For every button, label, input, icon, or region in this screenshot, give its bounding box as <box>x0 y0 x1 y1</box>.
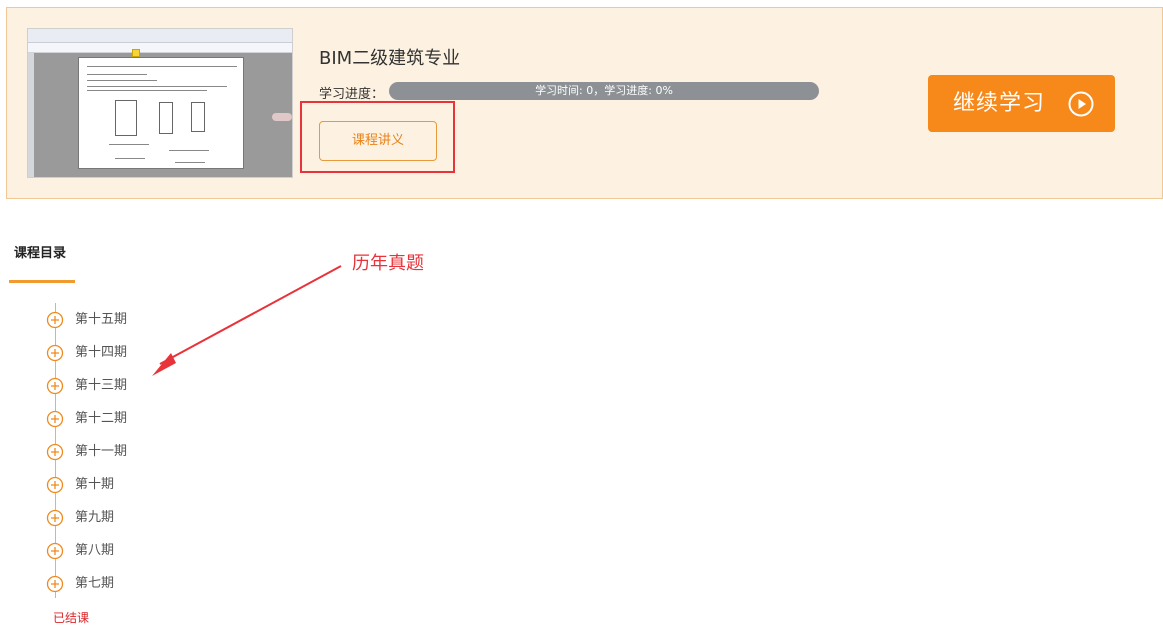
period-label: 第十三期 <box>75 378 128 393</box>
period-label: 第十期 <box>75 477 115 492</box>
thumbnail-toolbar <box>28 29 292 43</box>
continue-learning-label: 继续学习 <box>953 91 1046 116</box>
period-label: 第十五期 <box>75 312 128 327</box>
plus-circle-icon[interactable] <box>46 311 64 329</box>
period-label: 第十一期 <box>75 444 128 459</box>
progress-text: 学习时间: 0，学习进度: 0% <box>535 84 673 97</box>
plus-circle-icon[interactable] <box>46 377 64 395</box>
plus-circle-icon[interactable] <box>46 410 64 428</box>
catalog-heading-underline <box>9 280 75 283</box>
catalog-heading: 课程目录 <box>14 246 67 261</box>
course-ended-label: 已结课 <box>53 611 90 625</box>
course-thumbnail[interactable] <box>27 28 293 178</box>
progress-bar: 学习时间: 0，学习进度: 0% <box>389 82 819 100</box>
period-label: 第九期 <box>75 510 115 525</box>
thumbnail-sidebar <box>28 53 34 177</box>
thumbnail-document-page <box>78 57 244 169</box>
progress-label: 学习进度： <box>319 87 385 102</box>
course-handout-button[interactable]: 课程讲义 <box>319 121 437 161</box>
plus-circle-icon[interactable] <box>46 542 64 560</box>
period-label: 第八期 <box>75 543 115 558</box>
annotation-text: 历年真题 <box>352 253 424 274</box>
plus-circle-icon[interactable] <box>46 443 64 461</box>
period-label: 第七期 <box>75 576 115 591</box>
play-circle-icon <box>1068 91 1094 117</box>
plus-circle-icon[interactable] <box>46 575 64 593</box>
course-title: BIM二级建筑专业 <box>319 48 461 69</box>
continue-learning-button[interactable]: 继续学习 <box>928 75 1115 132</box>
plus-circle-icon[interactable] <box>46 509 64 527</box>
thumbnail-page-tab <box>272 113 292 121</box>
course-card: BIM二级建筑专业 学习进度： 学习时间: 0，学习进度: 0% 课程讲义 继续… <box>6 7 1163 199</box>
plus-circle-icon[interactable] <box>46 344 64 362</box>
plus-circle-icon[interactable] <box>46 476 64 494</box>
thumbnail-subtoolbar <box>28 43 292 53</box>
period-label: 第十二期 <box>75 411 128 426</box>
period-label: 第十四期 <box>75 345 128 360</box>
thumbnail-marker <box>132 49 140 57</box>
